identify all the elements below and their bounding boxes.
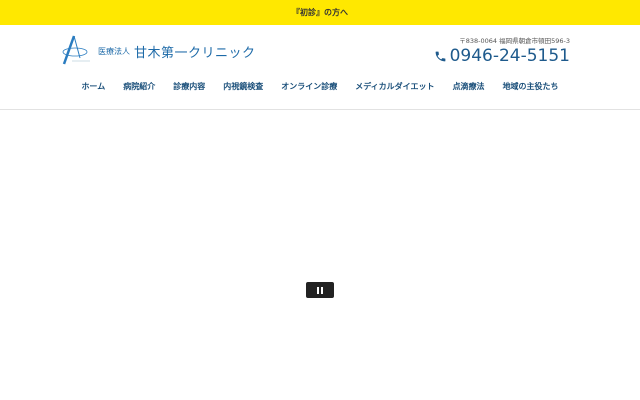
nav-community[interactable]: 地域の主役たち [503,81,559,92]
first-visit-banner: 『初診』の方へ [0,0,640,25]
nav-endoscopy[interactable]: 内視鏡検査 [223,81,263,92]
address: 〒838-0064 福岡県朝倉市頓田596-3 [459,37,570,45]
logo-mark-icon [62,35,90,65]
phone-number: 0946-24-5151 [449,46,570,66]
clinic-logo[interactable]: 医療法人 甘木第一クリニック [58,34,256,68]
contact-info: 〒838-0064 福岡県朝倉市頓田596-3 0946-24-5151 [434,35,570,66]
nav-diet[interactable]: メディカルダイエット [355,81,434,92]
main-nav: ホーム 病院紹介 診療内容 内視鏡検査 オンライン診療 メディカルダイエット 点… [0,81,640,92]
logo-name: 甘木第一クリニック [134,45,256,61]
site-header: 医療法人 甘木第一クリニック 〒838-0064 福岡県朝倉市頓田596-3 0… [0,25,640,110]
phone-link[interactable]: 0946-24-5151 [434,46,570,66]
nav-drip[interactable]: 点滴療法 [453,81,485,92]
pause-button[interactable] [306,282,334,298]
nav-services[interactable]: 診療内容 [173,81,205,92]
phone-icon [435,51,445,61]
first-visit-link[interactable]: 『初診』の方へ [292,7,348,18]
pause-icon [321,286,323,294]
nav-about[interactable]: 病院紹介 [123,81,155,92]
nav-home[interactable]: ホーム [81,81,105,92]
logo-subtitle: 医療法人 [98,46,130,56]
pause-icon [317,286,319,294]
nav-online[interactable]: オンライン診療 [281,81,337,92]
